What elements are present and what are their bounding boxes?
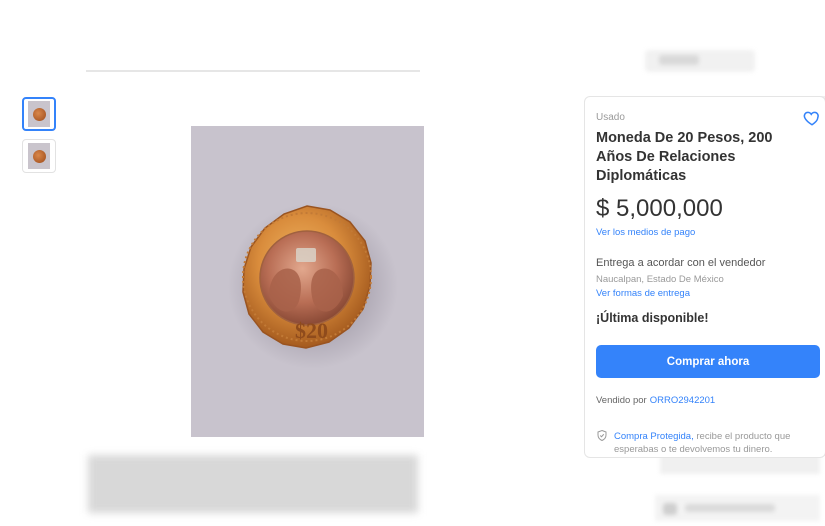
heart-icon[interactable]: [803, 109, 821, 127]
seller-name-link[interactable]: ORRO2942201: [650, 395, 715, 406]
buy-now-button[interactable]: Comprar ahora: [596, 345, 820, 378]
protected-purchase-link[interactable]: Compra Protegida,: [614, 431, 694, 442]
buy-box: Usado Moneda De 20 Pesos, 200 Años De Re…: [584, 96, 825, 458]
payment-methods-link[interactable]: Ver los medios de pago: [596, 227, 695, 238]
product-title: Moneda De 20 Pesos, 200 Años De Relacion…: [596, 130, 773, 184]
coin-thumbnail-image: [28, 143, 50, 169]
protection-text: Compra Protegida, recibe el producto que…: [614, 430, 824, 456]
seller-label: Vendido por: [596, 395, 647, 406]
gallery-top-divider: [86, 70, 420, 72]
seller-info: Vendido por ORRO2942201: [596, 395, 715, 406]
coin-thumbnail-image: [28, 101, 50, 127]
shipping-options-link[interactable]: Ver formas de entrega: [596, 288, 690, 299]
blurred-header-element: [645, 50, 755, 72]
blurred-description-section: [88, 455, 418, 513]
shield-icon: [597, 429, 607, 442]
seller-location: Naucalpan, Estado De México: [596, 274, 724, 285]
svg-text:$20: $20: [295, 318, 328, 343]
gallery-thumbnail-2[interactable]: [22, 139, 56, 173]
gallery-thumbnail-1[interactable]: [22, 97, 56, 131]
blurred-content: [655, 495, 820, 521]
condition-label: Usado: [596, 112, 625, 123]
coin-photo: $20: [228, 203, 398, 369]
product-main-image[interactable]: $20: [191, 126, 424, 437]
delivery-info: Entrega a acordar con el vendedor: [596, 257, 766, 269]
stock-status: ¡Última disponible!: [596, 311, 709, 325]
product-price: $ 5,000,000: [596, 195, 723, 222]
